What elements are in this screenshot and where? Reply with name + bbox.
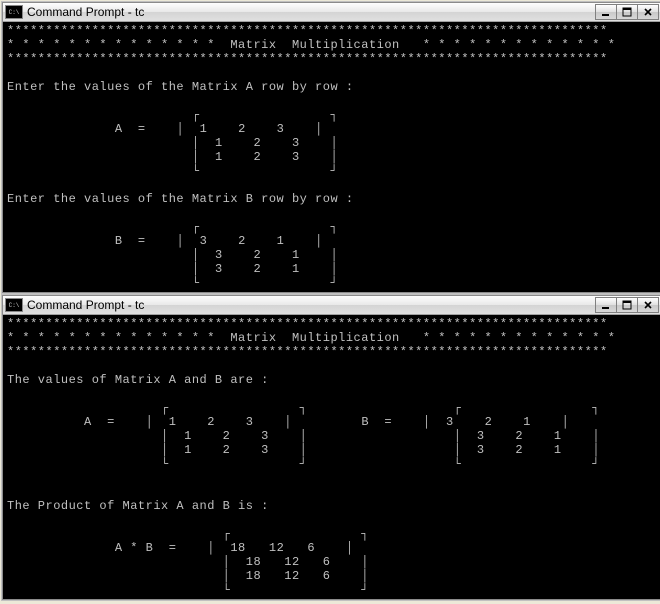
minimize-button[interactable] bbox=[595, 297, 617, 313]
a2-r0c1: 2 bbox=[207, 415, 215, 429]
a-r0c0: 1 bbox=[200, 122, 208, 136]
ab-r2c2: 6 bbox=[323, 569, 331, 583]
ab-r2c1: 12 bbox=[284, 569, 299, 583]
console-output-2: ****************************************… bbox=[3, 315, 660, 599]
b-r1c2: 1 bbox=[292, 248, 300, 262]
close-button[interactable] bbox=[637, 4, 659, 20]
a2-r2c2: 3 bbox=[261, 443, 269, 457]
a-r1c2: 3 bbox=[292, 136, 300, 150]
maximize-icon bbox=[622, 300, 632, 310]
a-label: A = bbox=[115, 122, 146, 136]
b-r2c0: 3 bbox=[215, 262, 223, 276]
product-line: The Product of Matrix A and B is : bbox=[7, 499, 269, 513]
titlebar-2[interactable]: C:\ Command Prompt - tc bbox=[3, 296, 660, 315]
a-label-2: A = bbox=[84, 415, 115, 429]
ab-r2c0: 18 bbox=[246, 569, 261, 583]
window-2: C:\ Command Prompt - tc ****************… bbox=[2, 295, 660, 600]
b-label-2: B = bbox=[361, 415, 392, 429]
a-r0c2: 3 bbox=[277, 122, 285, 136]
titlebar-1[interactable]: C:\ Command Prompt - tc bbox=[3, 3, 660, 22]
window-title-1: Command Prompt - tc bbox=[27, 5, 144, 19]
minimize-icon bbox=[601, 300, 611, 310]
a-r0c1: 2 bbox=[238, 122, 246, 136]
border-line: ****************************************… bbox=[7, 345, 608, 359]
border-line: ****************************************… bbox=[7, 24, 608, 38]
prompt-matrix-a: Enter the values of the Matrix A row by … bbox=[7, 80, 354, 94]
ab-label: A * B = bbox=[115, 541, 177, 555]
close-button[interactable] bbox=[637, 297, 659, 313]
a2-r1c0: 1 bbox=[184, 429, 192, 443]
cmd-icon: C:\ bbox=[5, 5, 23, 19]
maximize-button[interactable] bbox=[616, 4, 638, 20]
b2-r1c2: 1 bbox=[554, 429, 562, 443]
b-r0c1: 2 bbox=[238, 234, 246, 248]
a-r1c1: 2 bbox=[253, 136, 261, 150]
a2-r2c1: 2 bbox=[223, 443, 231, 457]
minimize-button[interactable] bbox=[595, 4, 617, 20]
b-r0c2: 1 bbox=[277, 234, 285, 248]
a2-r0c2: 3 bbox=[246, 415, 254, 429]
window-controls-1 bbox=[596, 4, 659, 20]
a2-r0c0: 1 bbox=[169, 415, 177, 429]
b2-r1c1: 2 bbox=[515, 429, 523, 443]
window-title-2: Command Prompt - tc bbox=[27, 298, 144, 312]
ab-r1c2: 6 bbox=[323, 555, 331, 569]
ab-r0c0: 18 bbox=[230, 541, 245, 555]
ab-r0c2: 6 bbox=[307, 541, 315, 555]
a2-r1c2: 3 bbox=[261, 429, 269, 443]
a-r1c0: 1 bbox=[215, 136, 223, 150]
b2-r0c0: 3 bbox=[446, 415, 454, 429]
b-r1c1: 2 bbox=[253, 248, 261, 262]
ab-r1c1: 12 bbox=[284, 555, 299, 569]
maximize-button[interactable] bbox=[616, 297, 638, 313]
window-controls-2 bbox=[596, 297, 659, 313]
b-label: B = bbox=[115, 234, 146, 248]
ab-r0c1: 12 bbox=[269, 541, 284, 555]
console-output-1: ****************************************… bbox=[3, 22, 660, 292]
header-line: * * * * * * * * * * * * * * Matrix Multi… bbox=[7, 38, 615, 52]
ab-r1c0: 18 bbox=[246, 555, 261, 569]
border-line: ****************************************… bbox=[7, 317, 608, 331]
a-r2c2: 3 bbox=[292, 150, 300, 164]
window-1: C:\ Command Prompt - tc ****************… bbox=[2, 2, 660, 293]
border-line: ****************************************… bbox=[7, 52, 608, 66]
close-icon bbox=[643, 7, 653, 17]
minimize-icon bbox=[601, 7, 611, 17]
prompt-matrix-b: Enter the values of the Matrix B row by … bbox=[7, 192, 354, 206]
a2-r2c0: 1 bbox=[184, 443, 192, 457]
close-icon bbox=[643, 300, 653, 310]
b2-r0c1: 2 bbox=[485, 415, 493, 429]
b2-r1c0: 3 bbox=[477, 429, 485, 443]
title-left-2: C:\ Command Prompt - tc bbox=[5, 298, 144, 312]
title-left-1: C:\ Command Prompt - tc bbox=[5, 5, 144, 19]
b-r2c2: 1 bbox=[292, 262, 300, 276]
a-r2c1: 2 bbox=[253, 150, 261, 164]
b-r2c1: 2 bbox=[253, 262, 261, 276]
maximize-icon bbox=[622, 7, 632, 17]
b2-r0c2: 1 bbox=[523, 415, 531, 429]
header-line: * * * * * * * * * * * * * * Matrix Multi… bbox=[7, 331, 615, 345]
b2-r2c0: 3 bbox=[477, 443, 485, 457]
a2-r1c1: 2 bbox=[223, 429, 231, 443]
b2-r2c1: 2 bbox=[515, 443, 523, 457]
b-r1c0: 3 bbox=[215, 248, 223, 262]
b2-r2c2: 1 bbox=[554, 443, 562, 457]
b-r0c0: 3 bbox=[200, 234, 208, 248]
values-line: The values of Matrix A and B are : bbox=[7, 373, 269, 387]
cmd-icon: C:\ bbox=[5, 298, 23, 312]
a-r2c0: 1 bbox=[215, 150, 223, 164]
